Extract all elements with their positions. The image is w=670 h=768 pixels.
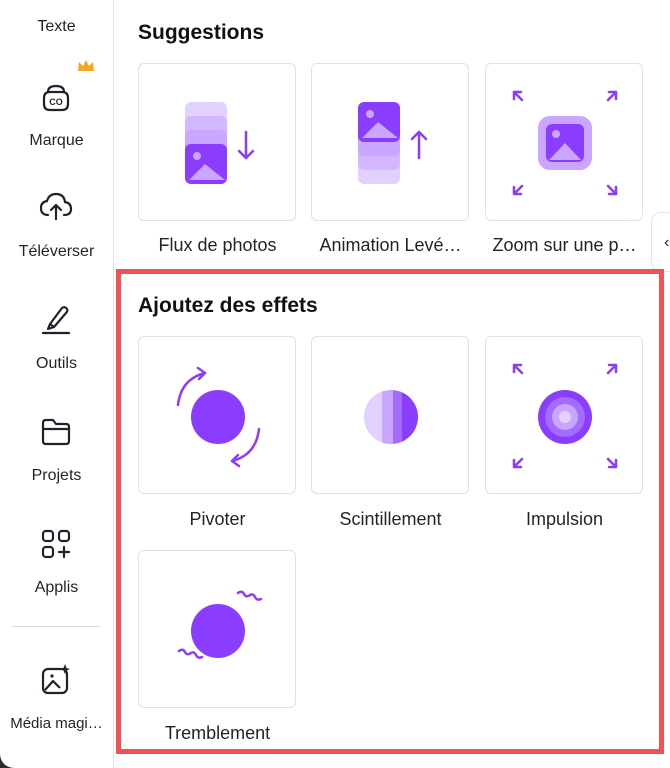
effects-title: Ajoutez des effets	[138, 294, 318, 317]
sidebar-item-label: Média magi…	[10, 715, 103, 732]
effect-card-rotate[interactable]	[138, 336, 296, 494]
sidebar-item-label: Applis	[34, 579, 79, 596]
magic-media-icon	[41, 664, 70, 695]
sidebar-item-label: Texte	[37, 18, 76, 35]
sidebar-item-brand[interactable]: CO Marque	[0, 70, 113, 160]
chevron-left-icon: ‹	[664, 234, 670, 251]
sidebar-item-apps[interactable]: Applis	[0, 522, 113, 612]
rotate-effect-icon	[176, 366, 261, 468]
sidebar-item-label: Marque	[29, 132, 84, 149]
cloud-upload-icon	[39, 192, 73, 221]
sidebar-item-magic-media[interactable]: Média magi…	[0, 658, 113, 738]
sidebar-item-tools[interactable]: Outils	[0, 298, 113, 388]
effect-label: Impulsion	[525, 509, 604, 529]
effect-label: Scintillement	[339, 509, 442, 529]
suggestion-card-rise[interactable]	[311, 63, 469, 221]
suggestion-label: Zoom sur une p…	[492, 235, 637, 255]
suggestion-label: Flux de photos	[158, 235, 277, 255]
apps-grid-icon	[41, 529, 71, 559]
crown-icon	[78, 60, 94, 71]
suggestions-title: Suggestions	[138, 21, 265, 44]
sidebar-item-upload[interactable]: Téléverser	[0, 185, 113, 275]
suggestion-card-photo-flow[interactable]	[138, 63, 296, 221]
pen-tool-icon	[41, 306, 71, 335]
sidebar-item-projects[interactable]: Projets	[0, 410, 113, 500]
sidebar-item-text[interactable]: Texte	[0, 18, 113, 48]
effect-label: Tremblement	[164, 723, 271, 743]
photo-flow-icon	[185, 102, 255, 184]
effect-card-pulse[interactable]	[485, 336, 643, 494]
flicker-effect-icon	[364, 390, 418, 444]
sidebar-item-label: Outils	[36, 355, 77, 372]
effect-label: Pivoter	[189, 509, 246, 529]
effect-card-flicker[interactable]	[311, 336, 469, 494]
suggestion-card-zoom[interactable]	[485, 63, 643, 221]
folder-icon	[41, 418, 71, 446]
effect-card-shake[interactable]	[138, 550, 296, 708]
sidebar-divider	[12, 626, 100, 627]
sidebar-item-label: Téléverser	[18, 243, 95, 260]
left-sidebar: Texte CO Marque Téléverser Outils Projet…	[0, 0, 114, 768]
zoom-photo-icon	[512, 90, 618, 196]
pulse-effect-icon	[512, 363, 618, 469]
collapse-panel-button[interactable]: ‹	[651, 212, 670, 272]
svg-text:CO: CO	[49, 97, 63, 107]
suggestion-label: Animation Levé…	[319, 235, 462, 255]
rise-animation-icon	[358, 102, 428, 184]
shake-effect-icon	[177, 590, 263, 659]
brand-icon: CO	[42, 84, 70, 112]
sidebar-item-label: Projets	[31, 467, 82, 484]
